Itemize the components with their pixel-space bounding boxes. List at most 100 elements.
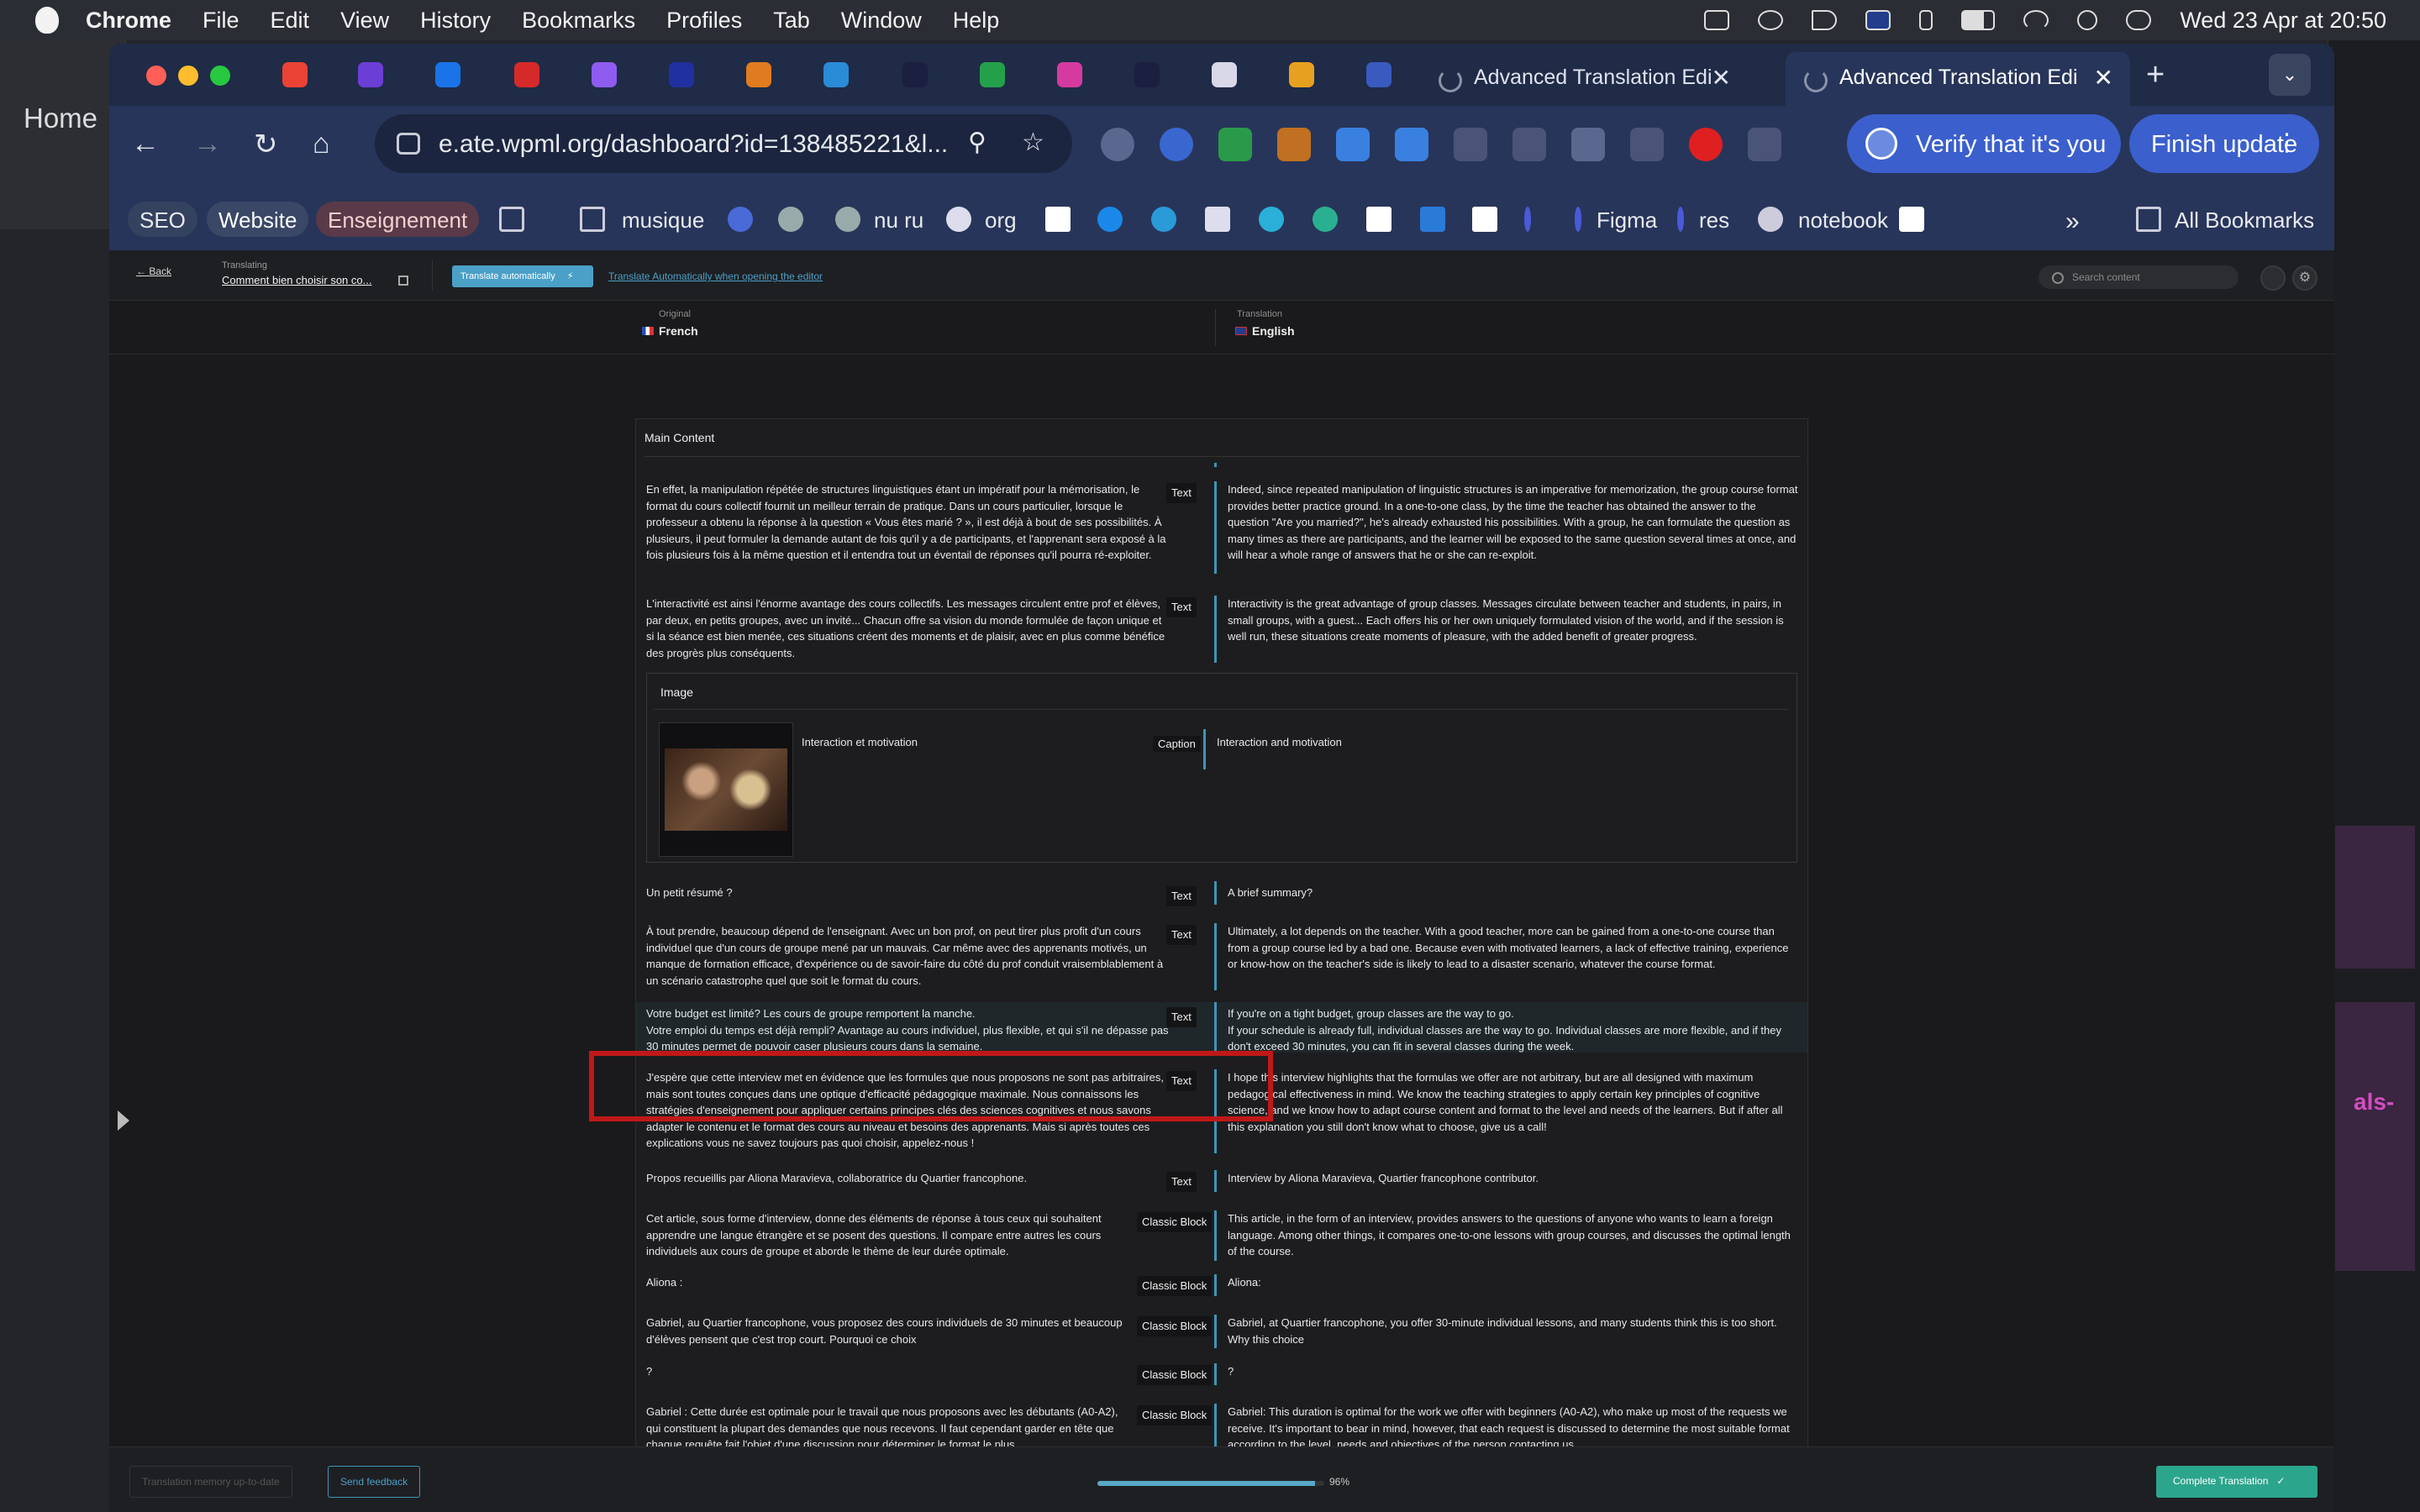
- close-window-button[interactable]: [146, 66, 166, 86]
- pinned-tab-icon[interactable]: [1057, 62, 1082, 87]
- tab-search-button[interactable]: ⌄: [2269, 54, 2311, 96]
- new-tab-button[interactable]: +: [2146, 57, 2165, 93]
- site-info-icon[interactable]: [397, 133, 420, 155]
- pinned-tab-icon[interactable]: [1366, 62, 1392, 87]
- pinned-tab-icon[interactable]: [435, 62, 460, 87]
- home-icon[interactable]: ⌂: [313, 128, 330, 160]
- target-text[interactable]: Indeed, since repeated manipulation of l…: [1228, 481, 1799, 564]
- menu-app-name[interactable]: Chrome: [86, 8, 171, 34]
- pinned-tab-icon[interactable]: [669, 62, 694, 87]
- bookmark-icon[interactable]: [1045, 207, 1071, 232]
- flag-icon[interactable]: [1865, 10, 1891, 30]
- menu-profiles[interactable]: Profiles: [666, 8, 742, 34]
- segment-row[interactable]: Gabriel, au Quartier francophone, vous p…: [636, 1315, 1807, 1348]
- segment-row[interactable]: Un petit résumé ? Text A brief summary?: [636, 881, 1807, 906]
- translation-memory-button[interactable]: Translation memory up-to-date: [129, 1466, 292, 1498]
- bookmark-nu-ru[interactable]: nu ru: [862, 202, 935, 237]
- maximize-window-button[interactable]: [210, 66, 230, 86]
- background-home-label[interactable]: Home: [24, 102, 97, 134]
- close-tab-icon[interactable]: ✕: [2094, 64, 2113, 92]
- target-text[interactable]: Gabriel: This duration is optimal for th…: [1228, 1404, 1799, 1453]
- menu-edit[interactable]: Edit: [271, 8, 310, 34]
- forward-icon[interactable]: →: [193, 128, 222, 160]
- target-text[interactable]: Aliona:: [1228, 1274, 1799, 1291]
- bookmark-icon[interactable]: [1366, 207, 1392, 232]
- extensions-puzzle-icon[interactable]: [1748, 128, 1781, 161]
- segment-row[interactable]: À tout prendre, beaucoup dépend de l'ens…: [636, 923, 1807, 990]
- minimize-window-button[interactable]: [178, 66, 198, 86]
- pinned-tab-icon[interactable]: [1212, 62, 1237, 87]
- target-text[interactable]: If you're on a tight budget, group class…: [1228, 1005, 1799, 1055]
- menu-help[interactable]: Help: [953, 8, 1000, 34]
- target-text[interactable]: A brief summary?: [1228, 885, 1799, 901]
- pinned-tab-icon[interactable]: [746, 62, 771, 87]
- globe-extension-icon[interactable]: [1101, 128, 1134, 161]
- segment-row[interactable]: L'interactivité est ainsi l'énorme avant…: [636, 596, 1807, 663]
- target-text[interactable]: Interactivity is the great advantage of …: [1228, 596, 1799, 645]
- search-icon[interactable]: [2077, 10, 2098, 30]
- segment-row[interactable]: Propos recueillis par Aliona Maravieva, …: [636, 1170, 1807, 1192]
- folder-icon[interactable]: [2136, 207, 2161, 232]
- bookmark-icon[interactable]: [1151, 207, 1176, 232]
- notebook-icon[interactable]: [1758, 207, 1783, 232]
- menu-view[interactable]: View: [340, 8, 389, 34]
- bookmark-enseignement[interactable]: Enseignement: [316, 202, 480, 237]
- bookmark-icon[interactable]: [1313, 207, 1338, 232]
- bookmark-org[interactable]: org: [973, 202, 1028, 237]
- bookmark-icon[interactable]: [835, 207, 860, 232]
- battery-icon[interactable]: [1961, 10, 1996, 30]
- bookmark-figma[interactable]: Figma: [1585, 202, 1669, 237]
- menu-file[interactable]: File: [203, 8, 239, 34]
- back-icon[interactable]: ←: [131, 128, 160, 160]
- pinned-tab-icon[interactable]: [823, 62, 849, 87]
- settings-gear-icon[interactable]: ⚙: [2292, 265, 2317, 291]
- menu-window[interactable]: Window: [841, 8, 922, 34]
- target-text[interactable]: I hope this interview highlights that th…: [1228, 1069, 1799, 1135]
- bookmark-icon[interactable]: [1575, 207, 1581, 232]
- gmail-tab-icon[interactable]: [282, 62, 308, 87]
- target-text[interactable]: Ultimately, a lot depends on the teacher…: [1228, 923, 1799, 973]
- bookmark-icon[interactable]: [728, 207, 753, 232]
- folder-icon[interactable]: [580, 207, 605, 232]
- tab-ate-1[interactable]: Advanced Translation Edi ✕: [1420, 52, 1748, 106]
- bookmark-icon[interactable]: [1097, 207, 1123, 232]
- wifi-icon[interactable]: [2023, 10, 2049, 30]
- segment-row[interactable]: En effet, la manipulation répétée de str…: [636, 481, 1807, 579]
- address-bar[interactable]: e.ate.wpml.org/dashboard?id=138485221&l.…: [375, 114, 1072, 173]
- bookmark-icon[interactable]: [778, 207, 803, 232]
- pinned-tab-icon[interactable]: [514, 62, 539, 87]
- more-bookmarks-icon[interactable]: »: [2054, 202, 2091, 237]
- segment-row[interactable]: ? Classic Block ?: [636, 1363, 1807, 1385]
- bookmark-icon[interactable]: [1677, 207, 1684, 232]
- segment-row[interactable]: Cet article, sous forme d'interview, don…: [636, 1210, 1807, 1261]
- pinned-tab-icon[interactable]: [1289, 62, 1314, 87]
- menu-tab[interactable]: Tab: [773, 8, 810, 34]
- amazon-icon[interactable]: [1899, 207, 1924, 232]
- extension-icon[interactable]: [1277, 128, 1311, 161]
- reload-icon[interactable]: ↻: [254, 128, 278, 161]
- url-text[interactable]: e.ate.wpml.org/dashboard?id=138485221&l.…: [439, 130, 948, 158]
- target-text[interactable]: ?: [1228, 1363, 1799, 1380]
- complete-translation-button[interactable]: Complete Translation ✓: [2156, 1466, 2317, 1498]
- pinned-tab-icon[interactable]: [592, 62, 617, 87]
- target-text[interactable]: Interview by Aliona Maravieva, Quartier …: [1228, 1170, 1799, 1187]
- bookmark-website[interactable]: Website: [207, 202, 309, 237]
- extension-icon[interactable]: [1218, 128, 1252, 161]
- sheets-tab-icon[interactable]: [980, 62, 1005, 87]
- bookmark-seo[interactable]: SEO: [128, 202, 197, 237]
- sidebar-expand-icon[interactable]: [118, 1110, 129, 1131]
- control-center-icon[interactable]: [2126, 10, 2152, 30]
- send-feedback-button[interactable]: Send feedback: [328, 1466, 421, 1498]
- bluetooth-icon[interactable]: [1919, 10, 1933, 30]
- avatar[interactable]: [2260, 265, 2286, 291]
- apps-grid-icon[interactable]: [499, 207, 524, 232]
- caption-target[interactable]: Interaction and motivation: [1217, 736, 1342, 748]
- translate-auto-link[interactable]: Translate Automatically when opening the…: [608, 270, 823, 282]
- screen-record-icon[interactable]: [1704, 10, 1730, 30]
- image-thumbnail[interactable]: [659, 722, 793, 857]
- bookmark-res[interactable]: res: [1687, 202, 1741, 237]
- more-icon[interactable]: ⋮: [2275, 128, 2299, 157]
- bookmark-icon[interactable]: [1472, 207, 1497, 232]
- eyedropper-icon[interactable]: [1512, 128, 1546, 161]
- menubar-clock[interactable]: Wed 23 Apr at 20:50: [2180, 8, 2386, 34]
